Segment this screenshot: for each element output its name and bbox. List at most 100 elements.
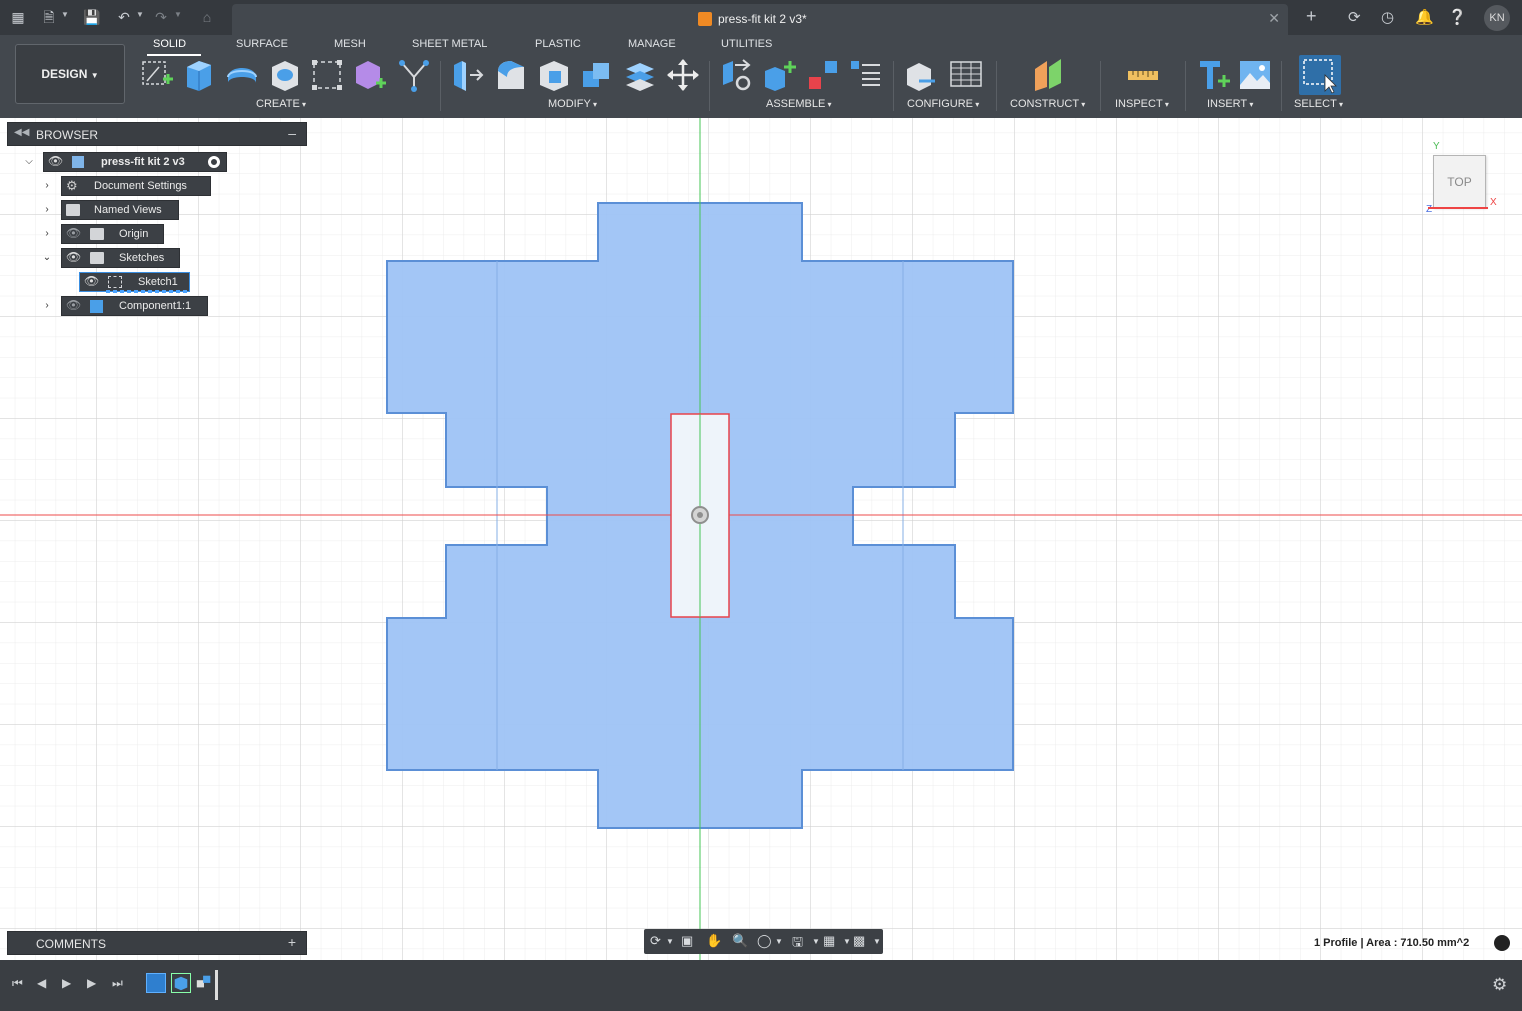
chevron-down-icon[interactable]: ▼ bbox=[666, 937, 674, 946]
construct-menu[interactable]: CONSTRUCT bbox=[1010, 98, 1085, 110]
shell-icon[interactable] bbox=[536, 57, 572, 93]
sketch-viewport[interactable] bbox=[0, 118, 1522, 960]
tab-solid[interactable]: SOLID bbox=[153, 38, 186, 50]
close-icon[interactable]: ✕ bbox=[1268, 10, 1280, 27]
chevron-down-icon[interactable]: ▼ bbox=[61, 10, 69, 19]
expand-icon[interactable]: › bbox=[41, 180, 53, 192]
combine-icon[interactable] bbox=[579, 57, 615, 93]
marking-menu-icon[interactable] bbox=[1494, 935, 1510, 951]
modify-menu[interactable]: MODIFY bbox=[548, 98, 597, 110]
workspace-switcher-button[interactable]: DESIGN ▼ bbox=[15, 44, 125, 104]
insert-derive-icon[interactable] bbox=[1196, 57, 1232, 93]
browser-item-named-views[interactable]: Named Views bbox=[61, 200, 179, 220]
tab-utilities[interactable]: UTILITIES bbox=[721, 38, 772, 50]
offset-face-icon[interactable] bbox=[622, 57, 658, 93]
new-tab-icon[interactable]: + bbox=[1306, 6, 1317, 27]
go-to-end-icon[interactable]: ⏭ bbox=[112, 976, 123, 991]
tab-manage[interactable]: MANAGE bbox=[628, 38, 676, 50]
minimize-icon[interactable]: – bbox=[288, 125, 296, 141]
select-menu[interactable]: SELECT bbox=[1294, 98, 1343, 110]
eye-icon[interactable]: 👁 bbox=[66, 250, 81, 264]
tab-sheet-metal[interactable]: SHEET METAL bbox=[412, 38, 487, 50]
browser-item-component1[interactable]: 👁 Component1:1 bbox=[61, 296, 208, 316]
insert-menu[interactable]: INSERT bbox=[1207, 98, 1253, 110]
browser-item-sketches[interactable]: 👁 Sketches bbox=[61, 248, 180, 268]
as-built-joint-icon[interactable] bbox=[805, 57, 841, 93]
eye-hidden-icon[interactable]: 👁 bbox=[66, 298, 81, 312]
apps-grid-icon[interactable]: ▦ bbox=[9, 8, 27, 26]
fit-icon[interactable]: ◯ bbox=[757, 933, 772, 949]
chevron-down-icon[interactable]: ▼ bbox=[812, 937, 820, 946]
timeline-sketch-item[interactable] bbox=[146, 973, 166, 993]
gear-icon[interactable]: ⚙ bbox=[1492, 975, 1507, 995]
expand-icon[interactable]: › bbox=[41, 204, 53, 216]
chevron-down-icon[interactable]: ▼ bbox=[136, 10, 144, 19]
new-component-icon[interactable] bbox=[762, 57, 798, 93]
offset-plane-icon[interactable] bbox=[1031, 57, 1067, 93]
look-at-icon[interactable]: ▣ bbox=[681, 933, 693, 949]
timeline-marker[interactable] bbox=[215, 970, 218, 1000]
save-icon[interactable]: 💾 bbox=[83, 8, 101, 26]
chevron-down-icon[interactable]: ▼ bbox=[843, 937, 851, 946]
browser-item-origin[interactable]: 👁 Origin bbox=[61, 224, 164, 244]
collapse-panel-icon[interactable]: ◀◀ bbox=[14, 127, 29, 138]
configure-icon[interactable] bbox=[903, 57, 939, 93]
timeline-extrude-item[interactable] bbox=[171, 973, 191, 993]
viewports-icon[interactable]: ▩ bbox=[853, 933, 865, 949]
avatar[interactable]: KN bbox=[1484, 5, 1510, 31]
rectangular-pattern-icon[interactable] bbox=[309, 57, 345, 93]
expand-icon[interactable]: › bbox=[41, 300, 53, 312]
configuration-table-icon[interactable] bbox=[948, 57, 984, 93]
chevron-down-icon[interactable]: ▼ bbox=[873, 937, 881, 946]
step-forward-icon[interactable]: ▶ bbox=[87, 976, 96, 990]
configure-menu[interactable]: CONFIGURE bbox=[907, 98, 979, 110]
chevron-down-icon[interactable]: ▼ bbox=[174, 10, 182, 19]
assemble-menu[interactable]: ASSEMBLE bbox=[766, 98, 832, 110]
eye-icon[interactable]: 👁 bbox=[84, 274, 99, 288]
extensions-icon[interactable]: ⟳ bbox=[1348, 8, 1361, 26]
insert-canvas-icon[interactable] bbox=[1237, 57, 1273, 93]
move-copy-icon[interactable] bbox=[665, 57, 701, 93]
measure-icon[interactable] bbox=[1125, 57, 1161, 93]
step-back-icon[interactable]: ◀ bbox=[37, 976, 46, 990]
tab-surface[interactable]: SURFACE bbox=[236, 38, 288, 50]
tab-mesh[interactable]: MESH bbox=[334, 38, 366, 50]
create-menu[interactable]: CREATE bbox=[256, 98, 306, 110]
expand-icon[interactable]: › bbox=[41, 228, 53, 240]
derive-icon[interactable] bbox=[396, 57, 432, 93]
collapse-root-icon[interactable]: ⌵ bbox=[23, 156, 35, 168]
notifications-icon[interactable]: 🔔 bbox=[1415, 8, 1434, 26]
browser-item-document-settings[interactable]: ⚙ Document Settings bbox=[61, 176, 211, 196]
grid-settings-icon[interactable]: ▦ bbox=[823, 933, 835, 949]
display-settings-icon[interactable]: 🖫 bbox=[792, 933, 803, 955]
press-pull-icon[interactable] bbox=[450, 57, 486, 93]
tab-plastic[interactable]: PLASTIC bbox=[535, 38, 581, 50]
active-radio-icon[interactable] bbox=[208, 156, 220, 168]
home-icon[interactable]: ⌂ bbox=[198, 8, 216, 26]
collapse-icon[interactable]: ⌄ bbox=[41, 252, 53, 264]
eye-icon[interactable]: 👁 bbox=[48, 154, 63, 168]
viewcube[interactable]: TOP bbox=[1433, 155, 1486, 208]
job-status-icon[interactable]: ◷ bbox=[1381, 8, 1394, 26]
joint-icon[interactable] bbox=[719, 57, 755, 93]
help-icon[interactable]: ❔ bbox=[1448, 8, 1467, 26]
create-form-icon[interactable] bbox=[352, 57, 388, 93]
select-button[interactable] bbox=[1299, 55, 1341, 95]
design-canvas[interactable] bbox=[0, 118, 1522, 960]
chevron-down-icon[interactable]: ▼ bbox=[775, 937, 783, 946]
browser-root-node[interactable]: 👁 press-fit kit 2 v3 bbox=[43, 152, 227, 172]
redo-icon[interactable]: ↷ bbox=[152, 8, 170, 26]
timeline-component-item[interactable] bbox=[195, 973, 215, 993]
hole-icon[interactable] bbox=[267, 57, 303, 93]
go-to-start-icon[interactable]: ⏮ bbox=[12, 976, 23, 991]
extrude-icon[interactable] bbox=[181, 57, 217, 93]
revolve-icon[interactable] bbox=[224, 57, 260, 93]
fillet-icon[interactable] bbox=[493, 57, 529, 93]
document-tab[interactable]: press-fit kit 2 v3* ✕ bbox=[232, 4, 1288, 35]
orbit-icon[interactable]: ⟳ bbox=[650, 933, 661, 949]
add-comment-icon[interactable]: + bbox=[288, 934, 296, 950]
browser-item-sketch1[interactable]: 👁 Sketch1 bbox=[79, 272, 190, 293]
pan-icon[interactable]: ✋ bbox=[706, 933, 722, 949]
inspect-menu[interactable]: INSPECT bbox=[1115, 98, 1169, 110]
file-icon[interactable]: 🗎 bbox=[40, 8, 58, 26]
